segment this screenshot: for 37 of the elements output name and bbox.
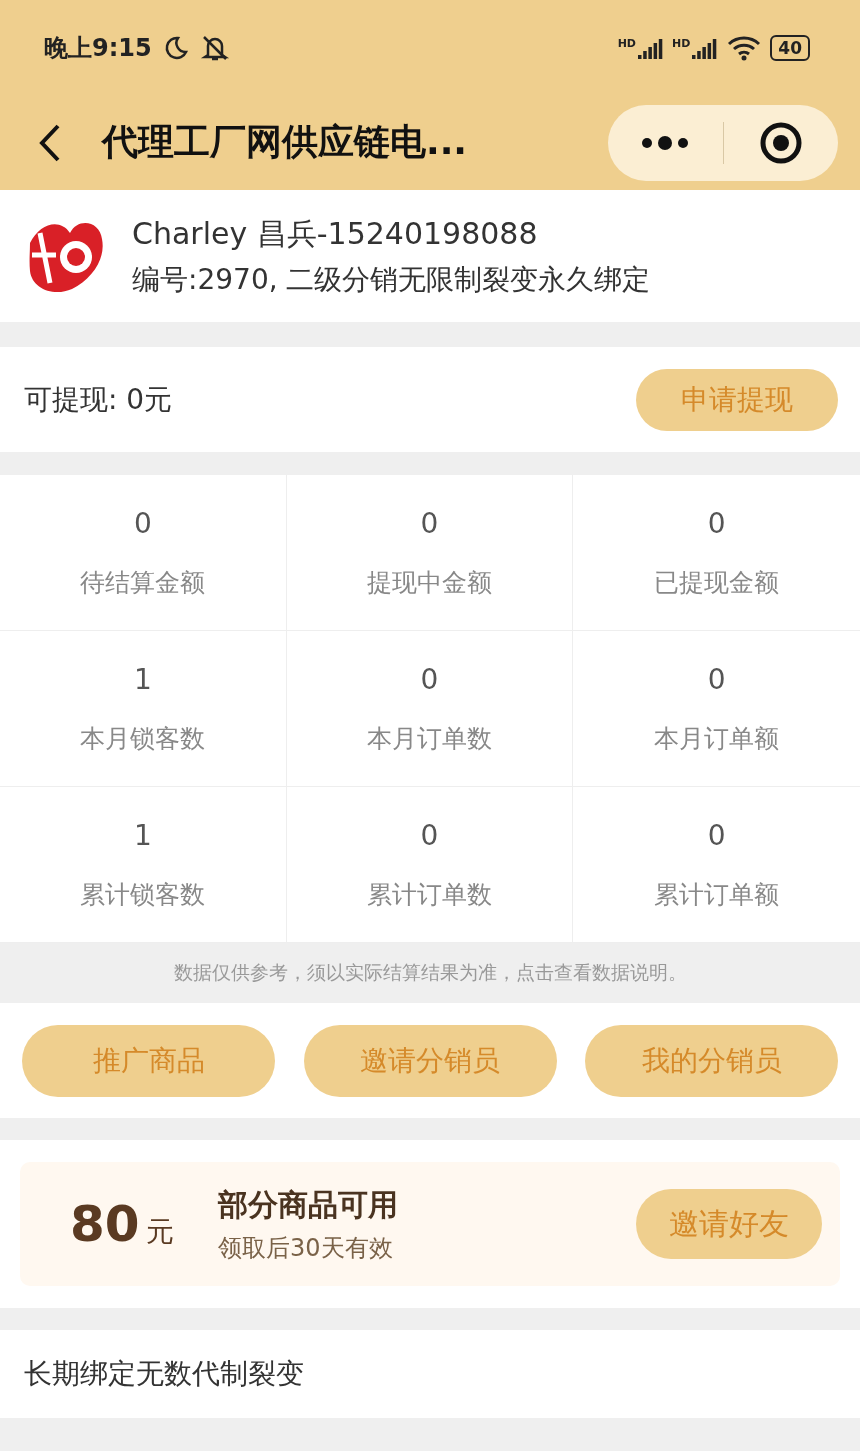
stat-value: 0: [133, 506, 152, 540]
data-note[interactable]: 数据仅供参考，须以实际结算结果为准，点击查看数据说明。: [173, 960, 687, 986]
coupon-unit: 元: [145, 1214, 174, 1250]
coupon-title: 部分商品可用: [218, 1185, 399, 1224]
stat-value: 1: [133, 818, 152, 852]
stat-value: 0: [707, 662, 726, 696]
action-button[interactable]: 邀请分销员: [303, 1024, 557, 1097]
coupon-amount: 80: [70, 1195, 140, 1253]
stat-label: 累计订单额: [654, 878, 780, 911]
stat-value: 0: [420, 818, 439, 852]
coupon-validity: 领取后30天有效: [218, 1232, 394, 1264]
withdrawable-amount: 可提现: 0元: [24, 381, 173, 418]
stat-label: 已提现金额: [654, 566, 780, 599]
page-title: 代理工厂网供应链电...: [102, 120, 469, 164]
stat-value: 0: [420, 506, 439, 540]
stat-value: 1: [133, 662, 152, 696]
stat-label: 待结算金额: [80, 566, 206, 599]
action-button[interactable]: 我的分销员: [585, 1024, 838, 1097]
user-info: 编号:2970, 二级分销无限制裂变永久绑定: [132, 261, 651, 298]
stat-label: 本月锁客数: [80, 722, 206, 755]
user-name: Charley 昌兵-15240198088: [132, 214, 539, 253]
network-label: HD: [672, 36, 691, 50]
status-time: 晚上9:15: [44, 32, 152, 64]
stat-label: 本月订单额: [654, 722, 780, 755]
stat-label: 累计订单数: [367, 878, 492, 911]
stat-label: 累计锁客数: [80, 878, 206, 911]
battery-icon: 40: [770, 34, 810, 61]
action-button[interactable]: 推广商品: [22, 1024, 275, 1097]
invite-button[interactable]: 邀请好友: [636, 1189, 822, 1259]
stat-label: 本月订单数: [367, 722, 492, 755]
stat-label: 提现中金额: [367, 566, 492, 599]
stat-value: 0: [707, 506, 726, 540]
network-label: HD: [617, 36, 636, 50]
stat-value: 0: [707, 818, 726, 852]
stat-value: 0: [420, 662, 439, 696]
withdraw-button[interactable]: 申请提现: [636, 368, 838, 431]
footer-text: 长期绑定无数代制裂变: [24, 1356, 304, 1392]
